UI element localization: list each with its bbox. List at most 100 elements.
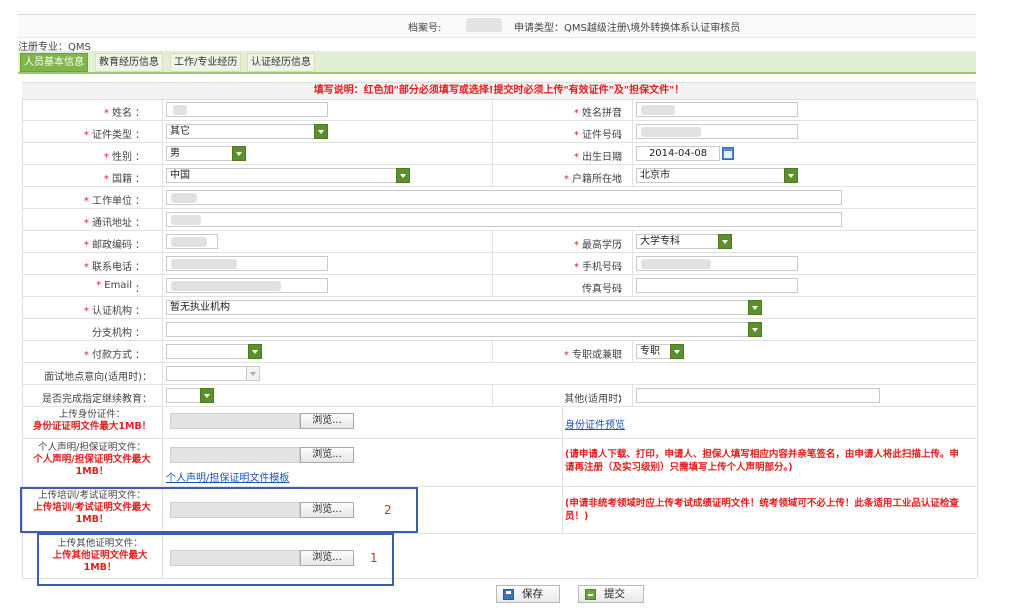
- email-input[interactable]: [166, 278, 328, 293]
- chevron-down-icon[interactable]: [246, 366, 260, 381]
- colon: ：: [135, 152, 145, 163]
- apply-type: 申请类型：QMS越级注册\境外转换体系认证审核员: [514, 23, 741, 34]
- tab-education[interactable]: 教育经历信息: [95, 53, 163, 72]
- branch-label: 分支机构: [92, 328, 132, 339]
- save-button-label: 保存: [522, 588, 543, 600]
- colon: ：: [617, 130, 627, 141]
- statement-note: (请申请人下载、打印，申请人、担保人填写相应内容并亲笔签名，由申请人将此扫描上传…: [565, 449, 959, 473]
- fax-input[interactable]: [636, 278, 798, 293]
- archive-number-redacted: [466, 18, 502, 32]
- chevron-down-icon[interactable]: [248, 344, 262, 359]
- id-cert-file-field[interactable]: [170, 413, 300, 429]
- row-divider: [22, 186, 976, 187]
- statement-template-link[interactable]: 个人声明/担保证明文件模板: [166, 469, 289, 484]
- colon: ：: [617, 262, 627, 273]
- submit-button[interactable]: 提交: [578, 585, 644, 603]
- birth-date-input[interactable]: 2014-04-08: [636, 146, 720, 161]
- mobile-label: * 手机号码: [573, 262, 622, 273]
- colon: ：: [135, 240, 145, 251]
- row-divider: [22, 120, 976, 121]
- employer-input[interactable]: [166, 190, 842, 205]
- annotation-box-1: [37, 533, 394, 586]
- fulltime-label: * 专职或兼职: [563, 350, 622, 361]
- nationality-value: 中国: [170, 170, 190, 181]
- postcode-label: * 邮政编码: [83, 240, 132, 251]
- cert-body-select[interactable]: 暂无执业机构: [166, 300, 762, 315]
- chevron-down-icon[interactable]: [670, 344, 684, 359]
- address-input[interactable]: [166, 212, 842, 227]
- chevron-down-icon[interactable]: [748, 300, 762, 315]
- fax-label: 传真号码: [582, 284, 622, 295]
- name-pinyin-input[interactable]: [636, 102, 798, 117]
- nationality-label: * 国籍: [103, 174, 132, 185]
- household-label: * 户籍所在地: [563, 174, 622, 185]
- statement-browse-button[interactable]: 浏览...: [300, 447, 354, 463]
- address-label: * 通讯地址: [83, 218, 132, 229]
- chevron-down-icon[interactable]: [200, 388, 214, 403]
- chevron-down-icon[interactable]: [232, 146, 246, 161]
- chevron-down-icon[interactable]: [784, 168, 798, 183]
- row-divider: [22, 252, 976, 253]
- other-label: 其他(适用时): [564, 394, 622, 405]
- id-cert-preview-link[interactable]: 身份证件预览: [565, 416, 625, 431]
- gender-select[interactable]: 男: [166, 146, 246, 161]
- row-divider: [22, 406, 976, 407]
- nationality-select[interactable]: 中国: [166, 168, 410, 183]
- education-select[interactable]: 大学专科: [636, 234, 732, 249]
- redacted-value: [171, 281, 281, 291]
- row-divider: [22, 230, 976, 231]
- row-divider: [22, 318, 976, 319]
- other-input[interactable]: [636, 388, 880, 403]
- id-number-input[interactable]: [636, 124, 798, 139]
- row-divider: [22, 164, 976, 165]
- tab-bar: 人员基本信息 教育经历信息 工作/专业经历 认证经历信息: [18, 51, 976, 74]
- continuing-edu-label: 是否完成指定继续教育：: [42, 394, 152, 405]
- save-icon: [503, 589, 514, 600]
- submit-icon: [585, 589, 596, 600]
- col-divider: [562, 406, 563, 438]
- chevron-down-icon[interactable]: [314, 124, 328, 139]
- training-note: (申请非统考领域时应上传考试成绩证明文件！统考领域可不必上传！此条适用工业品认证…: [565, 498, 959, 522]
- continuing-edu-select[interactable]: [166, 388, 214, 403]
- tab-certification-experience[interactable]: 认证经历信息: [247, 53, 315, 72]
- calendar-icon[interactable]: [722, 147, 734, 160]
- colon: ：: [617, 174, 627, 185]
- statement-file-field[interactable]: [170, 447, 300, 463]
- branch-select[interactable]: [166, 322, 762, 337]
- fulltime-value: 专职: [640, 346, 660, 357]
- colon: ：: [135, 306, 145, 317]
- name-input[interactable]: [166, 102, 328, 117]
- id-type-select[interactable]: 其它: [166, 124, 328, 139]
- interview-site-label: 面试地点意向(适用时)：: [44, 372, 152, 383]
- colon: ：: [135, 284, 145, 295]
- redacted-value: [641, 127, 701, 137]
- chevron-down-icon[interactable]: [718, 234, 732, 249]
- save-button[interactable]: 保存: [496, 585, 560, 603]
- chevron-down-icon[interactable]: [748, 322, 762, 337]
- redacted-value: [641, 105, 675, 115]
- phone-input[interactable]: [166, 256, 328, 271]
- id-cert-upload-label: 上传身份证件： 身份证证明文件最大1MB！: [32, 409, 152, 432]
- payment-label: * 付款方式: [83, 350, 132, 361]
- redacted-value: [641, 259, 711, 269]
- household-select[interactable]: 北京市: [636, 168, 798, 183]
- payment-select[interactable]: [166, 344, 262, 359]
- row-divider: [22, 208, 976, 209]
- redacted-value: [171, 259, 237, 269]
- id-cert-browse-button[interactable]: 浏览...: [300, 413, 354, 429]
- annotation-number-1: 1: [370, 551, 378, 565]
- colon: ：: [617, 240, 627, 251]
- education-label: * 最高学历: [573, 240, 622, 251]
- colon: ：: [135, 108, 145, 119]
- name-pinyin-label: * 姓名拼音: [573, 108, 622, 119]
- interview-site-select[interactable]: [166, 366, 260, 381]
- row-divider: [22, 274, 976, 275]
- tab-personal-info[interactable]: 人员基本信息: [20, 53, 88, 72]
- chevron-down-icon[interactable]: [396, 168, 410, 183]
- fulltime-select[interactable]: 专职: [636, 344, 684, 359]
- postcode-input[interactable]: [166, 234, 218, 249]
- mobile-input[interactable]: [636, 256, 798, 271]
- tab-work-experience[interactable]: 工作/专业经历: [170, 53, 242, 72]
- row-divider: [22, 340, 976, 341]
- colon: ：: [135, 196, 145, 207]
